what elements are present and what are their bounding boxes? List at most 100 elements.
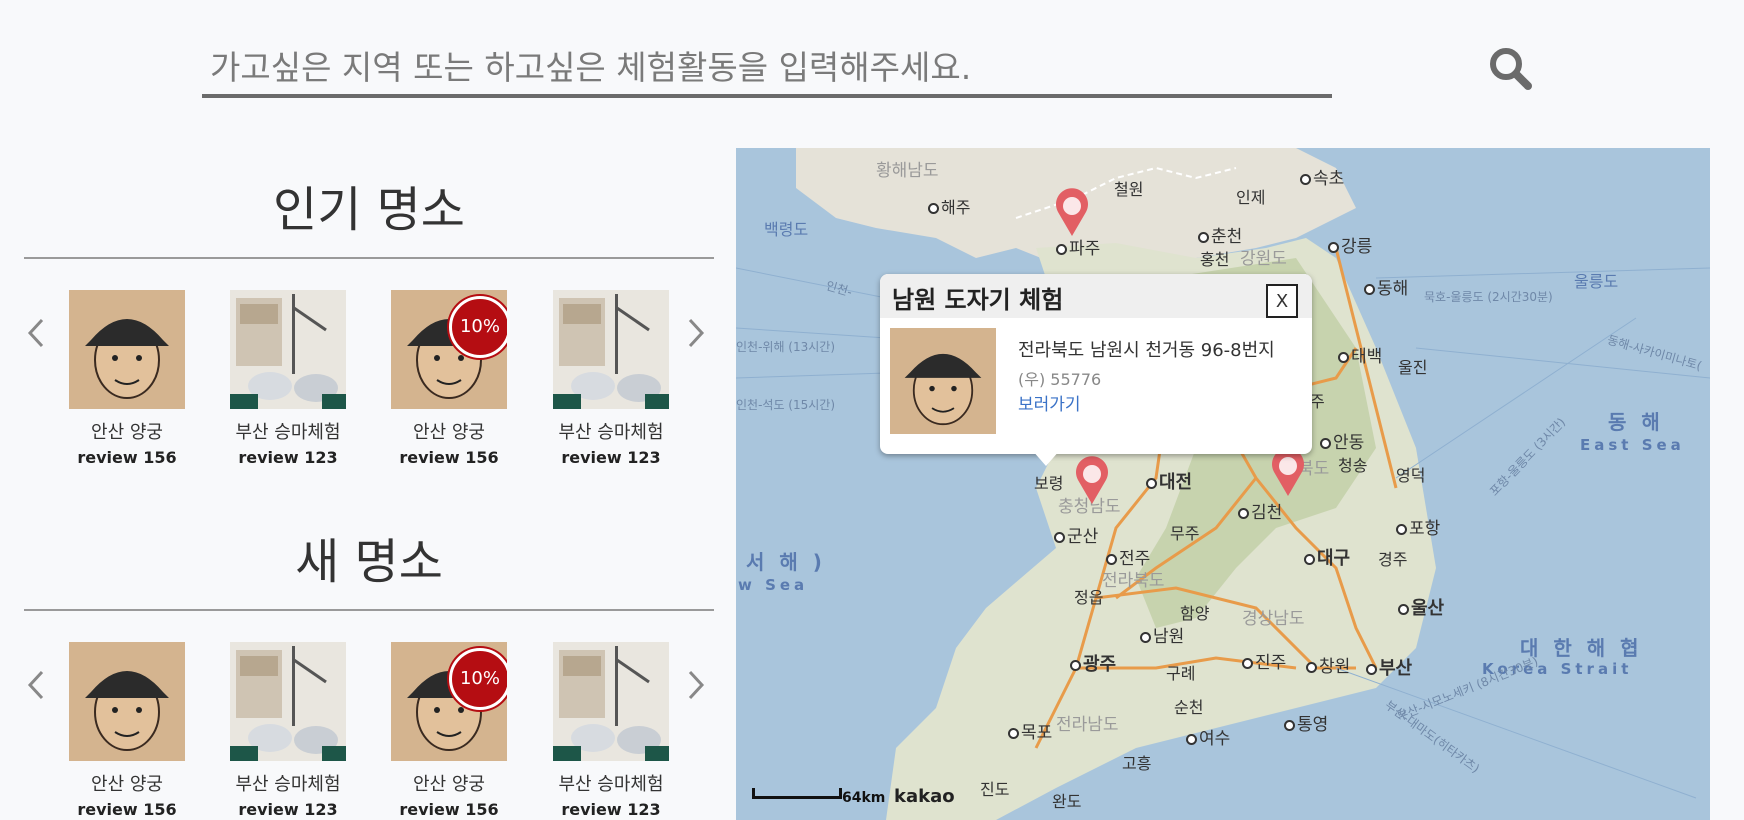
map-label: 남원	[1140, 622, 1184, 647]
card-name: 부산 승마체험	[558, 774, 664, 795]
popup-view-link[interactable]: 보러가기	[1018, 390, 1081, 415]
avatar-portrait-image: 10%	[391, 290, 507, 409]
map-label: 백령도	[764, 220, 809, 239]
search-icon	[1490, 48, 1532, 90]
chevron-right-icon	[688, 670, 705, 700]
map-label: 순천	[1174, 698, 1204, 717]
popular-card[interactable]: 안산 양궁 review 156	[69, 290, 185, 467]
map-label: 무주	[1170, 524, 1200, 543]
map-label: 경상남도	[1242, 609, 1305, 629]
room-interior-image	[553, 642, 669, 761]
search-input[interactable]	[202, 40, 1332, 98]
map-label: 구례	[1166, 664, 1196, 683]
avatar-portrait-image	[890, 328, 996, 434]
popular-card[interactable]: 부산 승마체험 review 123	[553, 290, 669, 467]
card-review-count: review 156	[77, 800, 177, 819]
map-label: 통영	[1284, 710, 1328, 735]
map-label: 묵호-울릉도 (2시간30분)	[1424, 290, 1553, 304]
avatar-portrait-image	[69, 290, 185, 409]
map-label: 여수	[1186, 724, 1230, 749]
card-review-count: review 123	[238, 800, 338, 819]
map-label: 태백	[1338, 342, 1382, 367]
card-review-count: review 123	[238, 448, 338, 467]
map-label: 대구	[1304, 544, 1350, 570]
card-name: 부산 승마체험	[558, 422, 664, 443]
map-label: 울진	[1398, 358, 1428, 377]
card-name: 부산 승마체험	[235, 774, 341, 795]
map-label: 울산	[1398, 594, 1444, 620]
new-divider	[24, 609, 714, 611]
map-label: 속초	[1300, 164, 1344, 189]
map-label: 전라북도	[1102, 571, 1165, 591]
map-label: 영덕	[1396, 466, 1426, 485]
map-label: 황해남도	[876, 161, 939, 181]
avatar-portrait-image: 10%	[391, 642, 507, 761]
map-scale-label: 64km	[842, 790, 886, 806]
new-card[interactable]: 부산 승마체험 review 123	[230, 642, 346, 819]
map-label: 함양	[1180, 604, 1210, 623]
popular-card[interactable]: 10% 안산 양궁 review 156	[391, 290, 507, 467]
map-label: 강릉	[1328, 232, 1372, 257]
new-card[interactable]: 안산 양궁 review 156	[69, 642, 185, 819]
map-view[interactable]: 황해남도 해주 백령도 철원 인제 속초 춘천 홍천 강원도 강릉 파주 서울 …	[736, 148, 1710, 820]
map-label: 서 해 )	[746, 550, 826, 574]
map-label: 주	[1310, 392, 1325, 411]
map-marker[interactable]	[1072, 454, 1112, 506]
card-name: 안산 양궁	[413, 422, 485, 443]
popular-prev-button[interactable]	[22, 308, 52, 358]
popup-address: 전라북도 남원시 천거동 96-8번지	[1018, 340, 1275, 361]
new-next-button[interactable]	[680, 660, 710, 710]
map-label: 안동	[1320, 428, 1364, 453]
new-prev-button[interactable]	[22, 660, 52, 710]
kakao-logo: kakao	[894, 786, 955, 807]
search-button[interactable]	[1488, 46, 1534, 92]
new-card[interactable]: 부산 승마체험 review 123	[553, 642, 669, 819]
map-label: 진주	[1242, 648, 1286, 673]
map-label: 김천	[1238, 498, 1282, 523]
chevron-left-icon	[27, 318, 44, 348]
card-name: 안산 양궁	[91, 422, 163, 443]
map-label: 철원	[1114, 180, 1144, 199]
map-label: East Sea	[1580, 436, 1685, 454]
map-label: 군산	[1054, 522, 1098, 547]
map-label: 홍천	[1200, 250, 1230, 269]
map-label: 보령	[1034, 474, 1064, 493]
card-review-count: review 156	[399, 448, 499, 467]
map-marker[interactable]	[1052, 186, 1092, 238]
card-review-count: review 123	[561, 800, 661, 819]
chevron-right-icon	[688, 318, 705, 348]
map-label: 목포	[1008, 718, 1052, 743]
map-label: 광주	[1070, 650, 1116, 676]
place-popup: 남원 도자기 체험 X 전라북도 남원시 천거동 96-8번지 (우) 5577…	[880, 274, 1312, 466]
map-label: 해주	[928, 194, 970, 218]
card-review-count: review 123	[561, 448, 661, 467]
popular-next-button[interactable]	[680, 308, 710, 358]
map-label: 춘천	[1198, 222, 1242, 247]
popup-close-button[interactable]: X	[1266, 284, 1298, 318]
card-review-count: review 156	[399, 800, 499, 819]
popup-title: 남원 도자기 체험	[880, 274, 1312, 318]
map-label: 울릉도	[1574, 272, 1619, 291]
popular-divider	[24, 257, 714, 259]
map-label: 인천-석도 (15시간)	[736, 398, 836, 412]
popular-card[interactable]: 부산 승마체험 review 123	[230, 290, 346, 467]
map-label: 경주	[1378, 550, 1408, 569]
map-label: 대전	[1146, 468, 1192, 494]
map-label: 청송	[1338, 456, 1368, 475]
card-name: 부산 승마체험	[235, 422, 341, 443]
avatar-portrait-image	[69, 642, 185, 761]
discount-badge: 10%	[449, 296, 507, 358]
new-card[interactable]: 10% 안산 양궁 review 156	[391, 642, 507, 819]
map-pin-icon	[1076, 456, 1108, 504]
room-interior-image	[230, 290, 346, 409]
map-label: 인제	[1236, 188, 1266, 207]
map-scale-bar	[752, 788, 842, 799]
map-pin-icon	[1056, 188, 1088, 236]
map-label: 부산	[1366, 654, 1412, 680]
chevron-left-icon	[27, 670, 44, 700]
card-name: 안산 양궁	[413, 774, 485, 795]
map-label: 포항	[1396, 514, 1440, 539]
map-label: 완도	[1052, 792, 1082, 811]
popular-section-title: 인기 명소	[273, 182, 465, 238]
map-label: 전라남도	[1056, 715, 1119, 735]
